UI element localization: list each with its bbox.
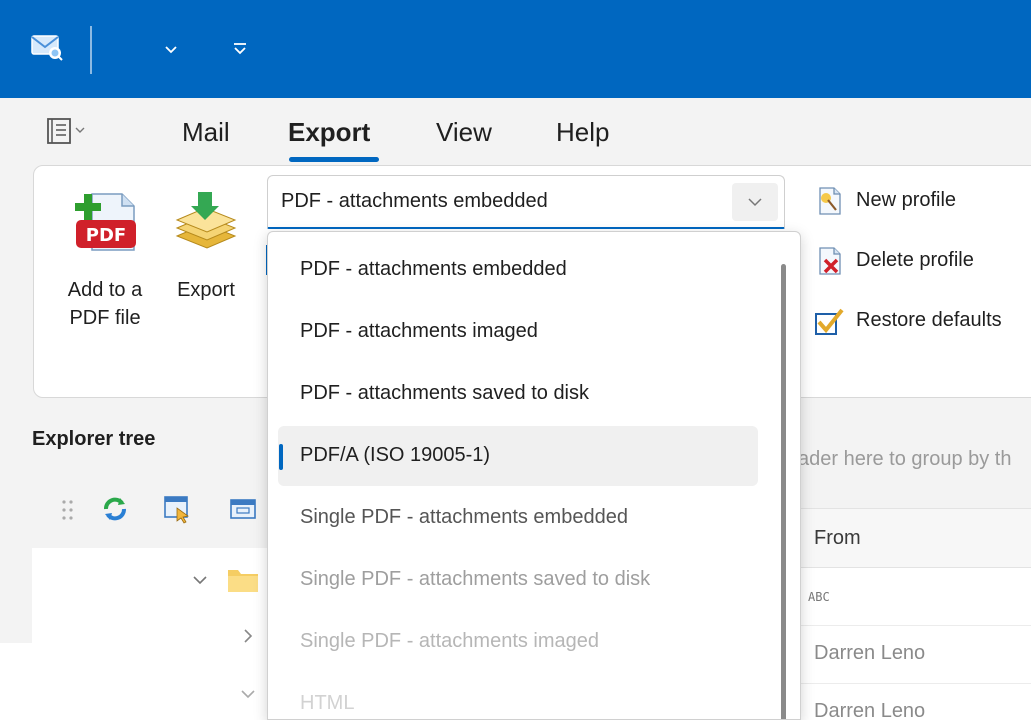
dropdown-option[interactable]: HTML	[278, 674, 758, 719]
pdf-add-icon: PDF	[70, 190, 140, 262]
export-icon	[171, 190, 241, 262]
explorer-tree-title: Explorer tree	[32, 428, 156, 450]
group-by-hint: ader here to group by th	[798, 448, 1012, 470]
tab-mail[interactable]: Mail	[182, 114, 230, 150]
profile-dropdown-list[interactable]: PDF - attachments embedded PDF - attachm…	[267, 231, 801, 720]
restore-defaults-icon	[814, 306, 846, 336]
app-mail-icon[interactable]	[30, 32, 64, 62]
title-separator	[90, 26, 92, 74]
chevron-down-icon	[748, 198, 762, 207]
delete-profile-label: Delete profile	[856, 249, 974, 271]
dropdown-option[interactable]: PDF - attachments imaged	[278, 302, 758, 362]
grid-header: From	[800, 508, 1031, 568]
customize-toolbar-icon[interactable]	[230, 38, 250, 60]
delete-profile-icon	[814, 246, 846, 276]
table-row[interactable]: Darren Leno	[800, 626, 1031, 684]
dropdown-option[interactable]: PDF - attachments saved to disk	[278, 364, 758, 424]
new-profile-label: New profile	[856, 189, 957, 211]
table-row[interactable]: ABC	[800, 568, 1031, 626]
add-to-pdf-label-line1: Add to a	[67, 279, 143, 301]
dropdown-option-selected[interactable]: PDF/A (ISO 19005-1)	[278, 426, 758, 486]
add-to-pdf-button[interactable]: PDF Add to a PDF file	[60, 190, 150, 332]
window-icon[interactable]	[228, 494, 258, 524]
title-bar	[0, 0, 1031, 98]
cell-from: Darren Leno	[814, 700, 926, 720]
chevron-down-icon[interactable]	[238, 684, 258, 704]
table-row[interactable]: Darren Leno	[800, 684, 1031, 720]
toolbar-grip-icon[interactable]	[60, 498, 76, 524]
svg-text:ABC: ABC	[808, 590, 830, 604]
dropdown-option[interactable]: Single PDF - attachments imaged	[278, 612, 758, 672]
profile-combo[interactable]: PDF - attachments embedded	[267, 175, 785, 229]
new-profile-icon	[814, 186, 846, 216]
column-header-from[interactable]: From	[814, 527, 861, 550]
profile-combo-value: PDF - attachments embedded	[281, 190, 548, 212]
dropdown-scrollbar[interactable]	[781, 264, 786, 719]
export-button[interactable]: Export	[166, 190, 246, 304]
select-folder-icon[interactable]	[162, 494, 192, 524]
folder-icon	[226, 566, 260, 594]
export-label: Export	[177, 279, 235, 301]
ribbon-menu-toggle-icon[interactable]	[44, 116, 92, 146]
profile-combo-arrow[interactable]	[732, 183, 778, 221]
dropdown-option[interactable]: Single PDF - attachments embedded	[278, 488, 758, 548]
chevron-right-icon[interactable]	[238, 626, 258, 646]
chevron-down-icon[interactable]	[190, 570, 210, 590]
dropdown-option[interactable]: PDF - attachments embedded	[278, 240, 758, 300]
tab-help[interactable]: Help	[556, 114, 609, 150]
refresh-icon[interactable]	[100, 494, 130, 524]
svg-text:PDF: PDF	[86, 225, 126, 246]
dropdown-option[interactable]: Single PDF - attachments saved to disk	[278, 550, 758, 610]
active-tab-indicator	[289, 157, 379, 162]
restore-defaults-label: Restore defaults	[856, 309, 1002, 331]
tab-export[interactable]: Export	[288, 114, 370, 150]
cell-from: Darren Leno	[814, 642, 926, 664]
tab-view[interactable]: View	[436, 114, 492, 150]
chevron-down-icon[interactable]	[161, 40, 181, 60]
abc-filter-icon: ABC	[808, 590, 830, 604]
add-to-pdf-label-line2: PDF file	[69, 307, 141, 329]
